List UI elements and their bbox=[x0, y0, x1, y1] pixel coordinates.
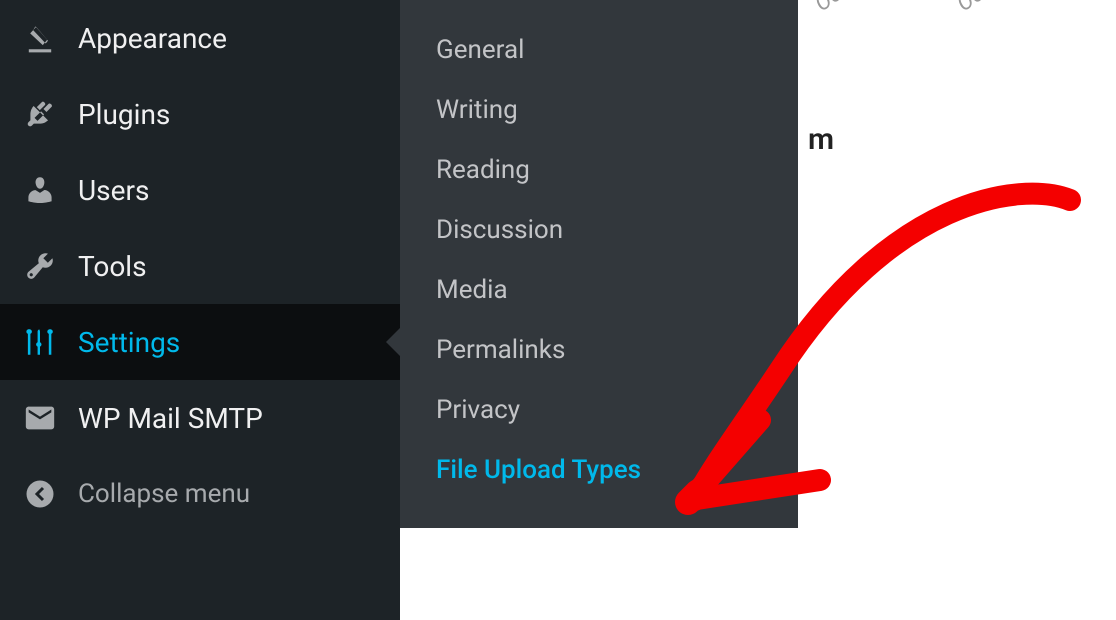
collapse-icon bbox=[20, 474, 60, 514]
sidebar-item-label: Appearance bbox=[78, 22, 227, 55]
tools-icon bbox=[20, 246, 60, 286]
sidebar-item-label: Tools bbox=[78, 250, 147, 283]
settings-icon bbox=[20, 322, 60, 362]
submenu-item-discussion[interactable]: Discussion bbox=[400, 200, 798, 260]
submenu-item-general[interactable]: General bbox=[400, 20, 798, 80]
submenu-item-label: Permalinks bbox=[436, 335, 565, 365]
submenu-item-label: File Upload Types bbox=[436, 455, 641, 485]
date-label: Oct 14 bbox=[811, 0, 876, 17]
appearance-icon bbox=[20, 18, 60, 58]
submenu-item-label: Discussion bbox=[436, 215, 563, 245]
users-icon bbox=[20, 170, 60, 210]
submenu-item-label: Media bbox=[436, 275, 508, 305]
sidebar-item-users[interactable]: Users bbox=[0, 152, 400, 228]
admin-sidebar: Appearance Plugins Users Tools Settings … bbox=[0, 0, 400, 620]
sidebar-item-wp-mail-smtp[interactable]: WP Mail SMTP bbox=[0, 380, 400, 456]
submenu-item-label: General bbox=[436, 35, 524, 65]
sidebar-item-tools[interactable]: Tools bbox=[0, 228, 400, 304]
sidebar-item-appearance[interactable]: Appearance bbox=[0, 0, 400, 76]
sidebar-item-label: Plugins bbox=[78, 98, 170, 131]
submenu-item-privacy[interactable]: Privacy bbox=[400, 380, 798, 440]
submenu-item-label: Reading bbox=[436, 155, 530, 185]
submenu-item-reading[interactable]: Reading bbox=[400, 140, 798, 200]
sidebar-item-label: WP Mail SMTP bbox=[78, 402, 263, 435]
submenu-item-file-upload-types[interactable]: File Upload Types bbox=[400, 440, 798, 500]
collapse-menu[interactable]: Collapse menu bbox=[0, 456, 400, 532]
partial-text: m bbox=[808, 122, 834, 157]
submenu-item-media[interactable]: Media bbox=[400, 260, 798, 320]
settings-submenu: General Writing Reading Discussion Media… bbox=[400, 0, 798, 528]
submenu-item-label: Privacy bbox=[436, 395, 520, 425]
date-label: Oct 15 bbox=[953, 0, 1018, 17]
submenu-item-label: Writing bbox=[436, 95, 518, 125]
mail-icon bbox=[20, 398, 60, 438]
collapse-label: Collapse menu bbox=[78, 479, 250, 509]
sidebar-item-settings[interactable]: Settings bbox=[0, 304, 400, 380]
plugins-icon bbox=[20, 94, 60, 134]
submenu-item-writing[interactable]: Writing bbox=[400, 80, 798, 140]
sidebar-item-label: Settings bbox=[78, 326, 180, 359]
submenu-item-permalinks[interactable]: Permalinks bbox=[400, 320, 798, 380]
sidebar-item-label: Users bbox=[78, 174, 149, 207]
sidebar-item-plugins[interactable]: Plugins bbox=[0, 76, 400, 152]
